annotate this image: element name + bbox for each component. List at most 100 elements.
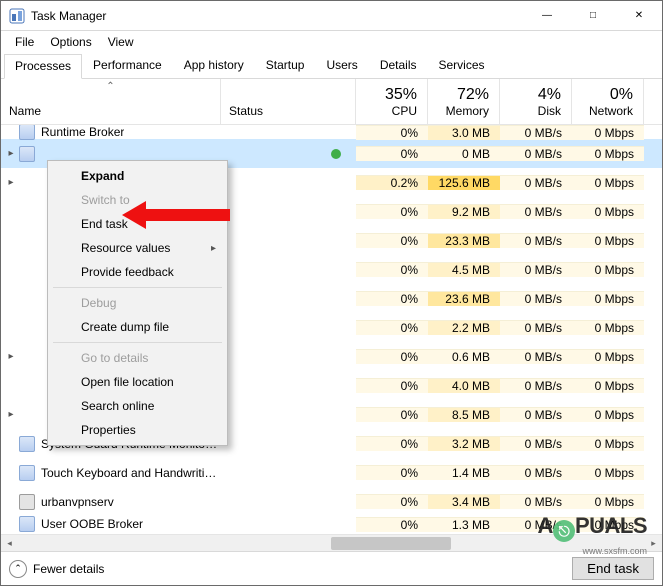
cell-status [221,148,356,160]
ctx-open-location[interactable]: Open file location [51,370,224,394]
expander-icon[interactable]: ▸ [5,177,17,188]
process-name: urbanvpnserv [41,495,114,509]
ctx-search-online[interactable]: Search online [51,394,224,418]
ctx-resource-values[interactable]: Resource values [51,236,224,260]
cell-mem: 3.0 MB [428,125,500,140]
process-name: Runtime Broker [41,125,124,139]
tab-app-history[interactable]: App history [173,53,255,78]
cell-cpu: 0% [356,204,428,219]
menu-bar: File Options View [1,31,662,53]
cell-mem: 4.5 MB [428,262,500,277]
fewer-details-button[interactable]: ⌃ Fewer details [9,560,104,578]
fewer-details-label: Fewer details [33,562,104,576]
expander-icon[interactable]: ▸ [5,409,17,420]
cell-mem: 23.6 MB [428,291,500,306]
tab-performance[interactable]: Performance [82,53,173,78]
cell-mem: 1.4 MB [428,465,500,480]
cell-mem: 8.5 MB [428,407,500,422]
minimize-button[interactable]: — [524,1,570,31]
cell-disk: 0 MB/s [500,517,572,532]
table-row[interactable]: User OOBE Broker0%1.3 MB0 MB/s0 Mbps [1,516,662,532]
table-row[interactable]: Touch Keyboard and Handwriti… 0%1.4 MB0 M… [1,458,662,487]
cell-disk: 0 MB/s [500,378,572,393]
cell-cpu: 0% [356,465,428,480]
col-cpu-pct: 35% [385,86,417,104]
leaf-icon [330,148,342,160]
cell-disk: 0 MB/s [500,465,572,480]
process-name: User OOBE Broker [41,517,143,531]
ctx-expand[interactable]: Expand [51,164,224,188]
menu-file[interactable]: File [7,33,42,51]
tab-users[interactable]: Users [315,53,368,78]
ctx-go-to-details[interactable]: Go to details [51,346,224,370]
cell-cpu: 0% [356,320,428,335]
scroll-right-icon[interactable]: ▸ [645,535,662,552]
cell-mem: 3.2 MB [428,436,500,451]
cell-net: 0 Mbps [572,436,644,451]
ctx-feedback[interactable]: Provide feedback [51,260,224,284]
cell-disk: 0 MB/s [500,436,572,451]
cell-net: 0 Mbps [572,175,644,190]
cell-name: User OOBE Broker [1,516,221,532]
cell-cpu: 0% [356,378,428,393]
window-title: Task Manager [31,9,524,23]
process-name: Touch Keyboard and Handwriti… [41,466,216,480]
process-icon [19,465,35,481]
cell-name: Runtime Broker [1,125,221,140]
cell-mem: 2.2 MB [428,320,500,335]
col-name[interactable]: ⌃ Name [1,79,221,124]
scroll-left-icon[interactable]: ◂ [1,535,18,552]
menu-options[interactable]: Options [42,33,99,51]
cell-name: urbanvpnserv [1,494,221,510]
tab-services[interactable]: Services [428,53,496,78]
ctx-properties[interactable]: Properties [51,418,224,442]
col-cpu-label: CPU [392,104,417,118]
tab-startup[interactable]: Startup [255,53,316,78]
cell-disk: 0 MB/s [500,125,572,140]
col-cpu[interactable]: 35% CPU [356,79,428,124]
col-network[interactable]: 0% Network [572,79,644,124]
end-task-button[interactable]: End task [572,557,654,580]
ctx-debug[interactable]: Debug [51,291,224,315]
col-name-label: Name [9,104,220,118]
cell-mem: 0 MB [428,146,500,161]
ctx-separator [53,287,222,288]
tab-processes[interactable]: Processes [4,54,82,79]
process-icon [19,516,35,532]
col-status-label: Status [229,104,355,118]
process-icon [19,146,35,162]
footer: ⌃ Fewer details End task [1,551,662,585]
close-button[interactable]: ✕ [616,1,662,31]
cell-disk: 0 MB/s [500,494,572,509]
cell-net: 0 Mbps [572,349,644,364]
scroll-thumb[interactable] [331,537,451,550]
col-net-pct: 0% [610,86,633,104]
cell-cpu: 0% [356,517,428,532]
cell-disk: 0 MB/s [500,262,572,277]
col-disk[interactable]: 4% Disk [500,79,572,124]
process-icon [19,125,35,140]
cell-net: 0 Mbps [572,291,644,306]
expander-icon[interactable]: ▸ [5,148,17,159]
cell-cpu: 0% [356,233,428,248]
cell-name: Touch Keyboard and Handwriti… [1,465,221,481]
process-icon [19,494,35,510]
cell-cpu: 0% [356,349,428,364]
table-row[interactable]: Runtime Broker0%3.0 MB0 MB/s0 Mbps [1,125,662,139]
table-row[interactable]: urbanvpnserv0%3.4 MB0 MB/s0 Mbps [1,487,662,516]
expander-icon[interactable]: ▸ [5,351,17,362]
cell-net: 0 Mbps [572,233,644,248]
cell-mem: 0.6 MB [428,349,500,364]
col-mem-pct: 72% [457,86,489,104]
tab-details[interactable]: Details [369,53,428,78]
menu-view[interactable]: View [100,33,142,51]
cell-net: 0 Mbps [572,204,644,219]
ctx-create-dump[interactable]: Create dump file [51,315,224,339]
cell-disk: 0 MB/s [500,320,572,335]
col-memory[interactable]: 72% Memory [428,79,500,124]
col-status[interactable]: Status [221,79,356,124]
cell-cpu: 0% [356,146,428,161]
maximize-button[interactable]: □ [570,1,616,31]
horizontal-scrollbar[interactable]: ◂ ▸ [1,534,662,551]
cell-net: 0 Mbps [572,146,644,161]
